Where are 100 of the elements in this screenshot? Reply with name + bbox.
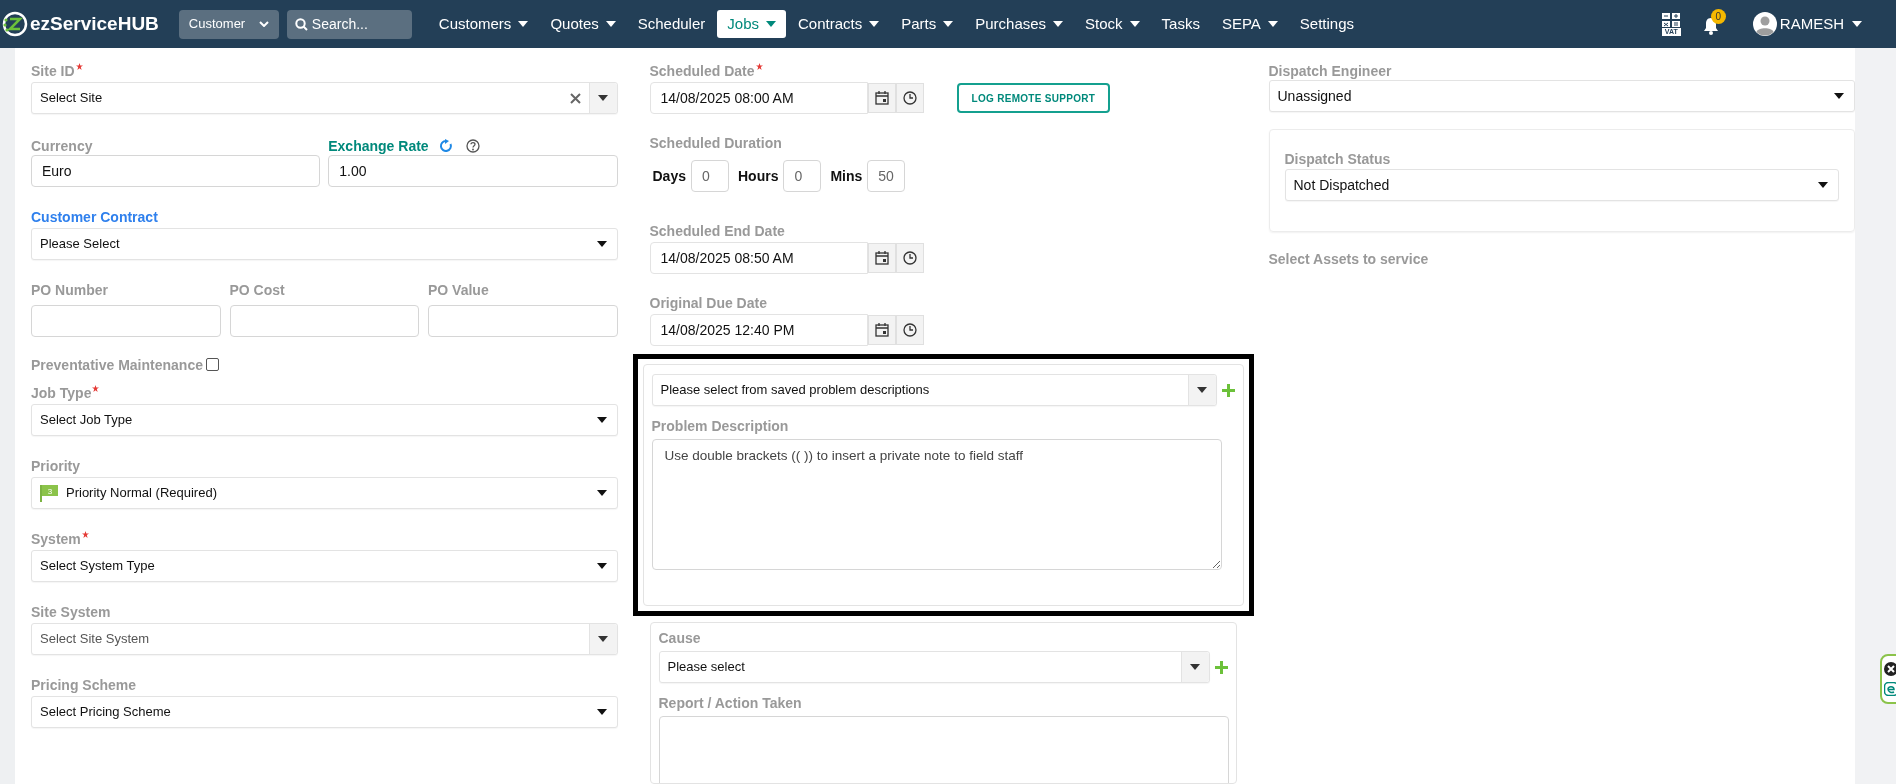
field-label: Dispatch Status bbox=[1284, 150, 1391, 168]
field-label: Original Due Date bbox=[649, 294, 767, 312]
chevron-icon bbox=[258, 21, 269, 27]
field-label: Job Type bbox=[31, 384, 92, 402]
text-field[interactable] bbox=[229, 305, 419, 337]
menu-item[interactable]: Contracts bbox=[788, 10, 890, 38]
text-field[interactable]: Euro bbox=[31, 155, 321, 187]
caret-icon bbox=[1197, 387, 1207, 393]
scope-select[interactable]: Customer bbox=[178, 9, 279, 39]
search-field[interactable]: Search... bbox=[286, 9, 412, 39]
number-field[interactable]: 50 bbox=[867, 160, 906, 192]
menu-item[interactable]: Settings bbox=[1289, 10, 1365, 38]
saved-problem-select[interactable]: Please select from saved problem descriptions bbox=[651, 374, 1217, 406]
menu-item[interactable]: Scheduler bbox=[627, 10, 716, 38]
caret-icon bbox=[1852, 21, 1862, 27]
help-icon bbox=[465, 139, 480, 153]
field-label: Report / Action Taken bbox=[658, 694, 802, 713]
time-button[interactable] bbox=[895, 315, 924, 345]
select-field[interactable]: Please Select bbox=[31, 228, 618, 260]
calendar-button[interactable] bbox=[867, 243, 896, 273]
menu-item[interactable]: Tasks bbox=[1151, 10, 1210, 38]
field-label: System bbox=[31, 530, 81, 548]
date-field[interactable]: 14/08/2025 12:40 PM bbox=[649, 314, 868, 346]
select-field[interactable]: Select Pricing Scheme bbox=[31, 696, 618, 728]
dropdown-toggle[interactable] bbox=[588, 83, 617, 113]
brand-name: ezServiceHUB bbox=[30, 11, 159, 36]
calendar-icon bbox=[874, 91, 889, 105]
text-field[interactable]: 1.00 bbox=[328, 155, 618, 187]
caret-icon bbox=[1190, 664, 1200, 670]
caret-icon bbox=[596, 241, 607, 247]
field-label: Pricing Scheme bbox=[31, 676, 137, 694]
dispatch-engineer-select[interactable]: Unassigned bbox=[1268, 80, 1855, 112]
user-menu[interactable]: RAMESH bbox=[1779, 12, 1862, 36]
field-label: Days bbox=[652, 166, 686, 186]
logo-icon bbox=[2, 11, 28, 37]
time-button[interactable] bbox=[895, 83, 924, 113]
dropdown-toggle[interactable] bbox=[588, 624, 617, 654]
field-label: Preventative Maintenance bbox=[31, 356, 203, 375]
field-label: Scheduled Duration bbox=[649, 134, 782, 152]
calculator-icon bbox=[1662, 12, 1681, 27]
date-field[interactable]: 14/08/2025 08:50 AM bbox=[649, 242, 868, 274]
caret-icon bbox=[1834, 93, 1844, 99]
time-button[interactable] bbox=[895, 243, 924, 273]
menu-item[interactable]: Purchases bbox=[965, 10, 1074, 38]
number-field[interactable]: 0 bbox=[783, 160, 822, 192]
field-label: Hours bbox=[737, 166, 779, 186]
caret-icon bbox=[596, 563, 607, 569]
number-field[interactable]: 0 bbox=[690, 160, 729, 192]
field-label: Mins bbox=[830, 166, 863, 186]
field-label: Site ID bbox=[31, 62, 75, 80]
close-icon bbox=[1884, 662, 1896, 676]
field-label: Site System bbox=[31, 603, 111, 621]
clock-icon bbox=[902, 251, 917, 265]
menu-item[interactable]: Customers bbox=[428, 10, 539, 38]
field-label: Priority bbox=[31, 457, 80, 475]
chat-logo-icon bbox=[1884, 682, 1896, 696]
field-label: PO Value bbox=[428, 281, 489, 300]
field-label: Scheduled Date bbox=[649, 62, 755, 80]
side-widget[interactable] bbox=[1880, 654, 1896, 704]
dropdown-toggle[interactable] bbox=[1180, 652, 1209, 682]
menu-item[interactable]: Jobs bbox=[717, 10, 786, 38]
plus-icon bbox=[1221, 383, 1235, 397]
checkbox[interactable] bbox=[205, 357, 219, 371]
plus-icon bbox=[1214, 660, 1228, 674]
notification-badge: 0 bbox=[1710, 9, 1726, 24]
caret-icon bbox=[596, 709, 607, 715]
menu-item[interactable]: Quotes bbox=[540, 10, 626, 38]
menu-item[interactable]: SEPA bbox=[1211, 10, 1288, 38]
field-label: Cause bbox=[658, 629, 701, 647]
select-field[interactable]: Select Job Type bbox=[31, 404, 618, 436]
clock-icon bbox=[902, 323, 917, 337]
field-label: Dispatch Engineer bbox=[1268, 62, 1392, 80]
field-label: Currency bbox=[31, 137, 93, 155]
field-label: Problem Description bbox=[651, 417, 789, 436]
date-field[interactable]: 14/08/2025 08:00 AM bbox=[649, 82, 868, 114]
field-label: Select Assets to service bbox=[1268, 250, 1429, 268]
field-label: Scheduled End Date bbox=[649, 222, 785, 240]
log-remote-support-button[interactable]: LOG REMOTE SUPPORT bbox=[956, 83, 1111, 113]
dropdown-toggle[interactable] bbox=[1187, 375, 1216, 405]
problem-description-field[interactable]: Use double brackets (( )) to insert a private note to field staff bbox=[651, 439, 1222, 570]
select-field[interactable]: Select System Type bbox=[31, 550, 618, 582]
calendar-button[interactable] bbox=[867, 83, 896, 113]
text-field[interactable] bbox=[428, 305, 618, 337]
select-field[interactable]: 3 Priority Normal (Required) bbox=[31, 477, 618, 509]
text-field[interactable] bbox=[31, 305, 221, 337]
caret-icon bbox=[596, 417, 607, 423]
dispatch-status-select[interactable]: Not Dispatched bbox=[1284, 169, 1839, 201]
caret-icon bbox=[598, 95, 608, 101]
cause-select[interactable]: Please select bbox=[658, 651, 1210, 683]
menu-item[interactable]: Parts bbox=[891, 10, 964, 38]
field-label: PO Number bbox=[31, 281, 108, 300]
field-label: Customer Contract bbox=[31, 208, 158, 226]
field-label: Exchange Rate bbox=[328, 137, 429, 155]
select-field[interactable]: Select Site System bbox=[31, 623, 618, 655]
select-field[interactable]: Select Site bbox=[31, 82, 618, 114]
refresh-icon bbox=[438, 139, 453, 153]
calendar-icon bbox=[874, 251, 889, 265]
calendar-button[interactable] bbox=[867, 315, 896, 345]
menu-item[interactable]: Stock bbox=[1075, 10, 1150, 38]
caret-icon bbox=[598, 636, 608, 642]
